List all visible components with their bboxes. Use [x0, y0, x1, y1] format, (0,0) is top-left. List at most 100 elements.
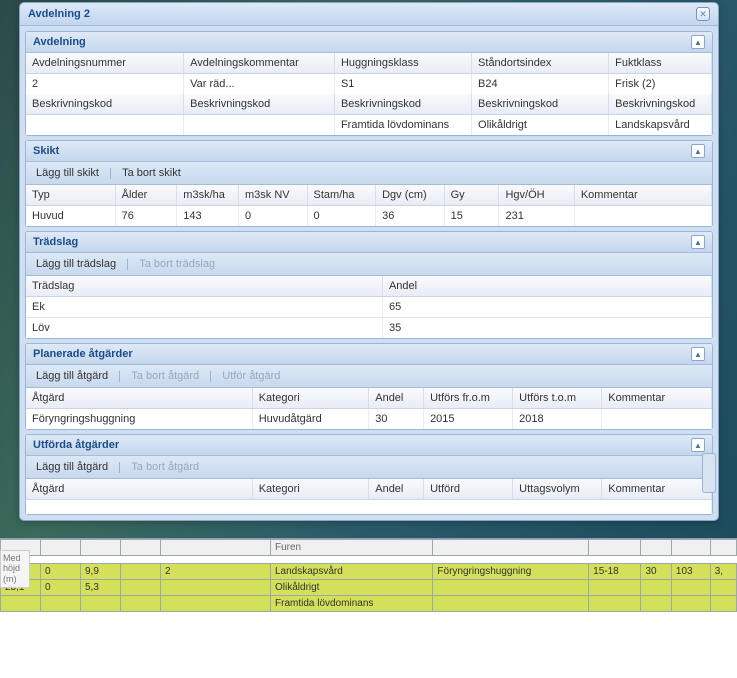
- cell[interactable]: 35: [382, 318, 711, 339]
- chevron-up-icon[interactable]: ▲: [691, 235, 705, 249]
- window-titlebar[interactable]: Avdelning 2 ✕: [20, 3, 718, 26]
- col-header[interactable]: Åtgärd: [26, 388, 252, 409]
- cell[interactable]: 2: [26, 74, 184, 95]
- col-header[interactable]: Beskrivningskod: [184, 94, 335, 115]
- col-header[interactable]: Fuktklass: [609, 53, 712, 74]
- cell[interactable]: 65: [382, 297, 711, 318]
- cell[interactable]: [184, 115, 335, 136]
- chevron-up-icon[interactable]: ▲: [691, 144, 705, 158]
- panel-header-skikt[interactable]: Skikt ▲: [26, 141, 712, 162]
- col-header[interactable]: m3sk/ha: [177, 185, 239, 206]
- col-header[interactable]: Kommentar: [602, 479, 712, 500]
- col-header[interactable]: Dgv (cm): [376, 185, 445, 206]
- remove-atgard-button[interactable]: Ta bort åtgärd: [127, 459, 203, 475]
- background-data-grid: Med höjd (m) Furen 23,1 0 9,9 2 Landskap…: [0, 538, 737, 678]
- col-header[interactable]: Ålder: [115, 185, 177, 206]
- col-header[interactable]: Beskrivningskod: [334, 94, 471, 115]
- window-body: Avdelning ▲ Avdelningsnummer Avdelningsk…: [20, 26, 718, 520]
- cell[interactable]: 2015: [424, 409, 513, 430]
- panel-avdelning: Avdelning ▲ Avdelningsnummer Avdelningsk…: [25, 31, 713, 136]
- cell[interactable]: 15: [444, 206, 499, 227]
- tradslag-grid: Trädslag Andel Ek 65 Löv 35: [26, 276, 712, 338]
- col-header[interactable]: Utförd: [424, 479, 513, 500]
- remove-atgard-button[interactable]: Ta bort åtgärd: [127, 368, 203, 384]
- add-tradslag-button[interactable]: Lägg till trädslag: [32, 256, 120, 272]
- separator: [210, 371, 211, 382]
- cell[interactable]: Löv: [26, 318, 382, 339]
- perform-atgard-button[interactable]: Utför åtgärd: [218, 368, 284, 384]
- col-header[interactable]: Andel: [369, 479, 424, 500]
- add-atgard-button[interactable]: Lägg till åtgärd: [32, 368, 112, 384]
- remove-skikt-button[interactable]: Ta bort skikt: [118, 165, 185, 181]
- cell[interactable]: 76: [115, 206, 177, 227]
- col-header[interactable]: m3sk NV: [238, 185, 307, 206]
- cell[interactable]: 231: [499, 206, 574, 227]
- col-header[interactable]: Typ: [26, 185, 115, 206]
- cell[interactable]: 36: [376, 206, 445, 227]
- cell[interactable]: 30: [369, 409, 424, 430]
- utforda-toolbar: Lägg till åtgärd Ta bort åtgärd: [26, 456, 712, 479]
- panel-header-tradslag[interactable]: Trädslag ▲: [26, 232, 712, 253]
- cell[interactable]: Ek: [26, 297, 382, 318]
- cell[interactable]: Landskapsvård: [609, 115, 712, 136]
- add-skikt-button[interactable]: Lägg till skikt: [32, 165, 103, 181]
- panel-header-utforda[interactable]: Utförda åtgärder ▲: [26, 435, 712, 456]
- cell[interactable]: S1: [334, 74, 471, 95]
- col-header[interactable]: Beskrivningskod: [26, 94, 184, 115]
- planerade-toolbar: Lägg till åtgärd Ta bort åtgärd Utför åt…: [26, 365, 712, 388]
- cell[interactable]: Framtida lövdominans: [334, 115, 471, 136]
- col-header[interactable]: Andel: [382, 276, 711, 297]
- cell[interactable]: 0: [238, 206, 307, 227]
- col-header[interactable]: Avdelningskommentar: [184, 53, 335, 74]
- col-header[interactable]: Avdelningsnummer: [26, 53, 184, 74]
- col-header[interactable]: Utförs fr.o.m: [424, 388, 513, 409]
- col-header[interactable]: Beskrivningskod: [472, 94, 609, 115]
- add-atgard-button[interactable]: Lägg till åtgärd: [32, 459, 112, 475]
- panel-title: Utförda åtgärder: [33, 439, 119, 451]
- col-header[interactable]: Åtgärd: [26, 479, 252, 500]
- cell[interactable]: 2018: [513, 409, 602, 430]
- panel-title: Planerade åtgärder: [33, 348, 133, 360]
- scrollbar-thumb[interactable]: [702, 453, 716, 493]
- utforda-grid: Åtgärd Kategori Andel Utförd Uttagsvolym…: [26, 479, 712, 514]
- chevron-up-icon[interactable]: ▲: [691, 35, 705, 49]
- col-header[interactable]: Kommentar: [602, 388, 712, 409]
- cell[interactable]: Olikåldrigt: [472, 115, 609, 136]
- table-row: Huvud 76 143 0 0 36 15 231: [26, 206, 712, 227]
- scrollbar[interactable]: [702, 423, 718, 563]
- separator: [110, 168, 111, 179]
- col-header[interactable]: Andel: [369, 388, 424, 409]
- cell[interactable]: 143: [177, 206, 239, 227]
- col-header[interactable]: Trädslag: [26, 276, 382, 297]
- cell[interactable]: Huvudåtgärd: [252, 409, 369, 430]
- cell[interactable]: [574, 206, 711, 227]
- remove-tradslag-button[interactable]: Ta bort trädslag: [135, 256, 219, 272]
- panel-header-avdelning[interactable]: Avdelning ▲: [26, 32, 712, 53]
- cell[interactable]: 0: [307, 206, 376, 227]
- col-header[interactable]: Hgv/ÖH: [499, 185, 574, 206]
- cell[interactable]: [26, 115, 184, 136]
- chevron-up-icon[interactable]: ▲: [691, 347, 705, 361]
- col-header[interactable]: Huggningsklass: [334, 53, 471, 74]
- panel-header-planerade[interactable]: Planerade åtgärder ▲: [26, 344, 712, 365]
- col-header[interactable]: Gy: [444, 185, 499, 206]
- avdelning-grid: Avdelningsnummer Avdelningskommentar Hug…: [26, 53, 712, 135]
- cell[interactable]: Var räd...: [184, 74, 335, 95]
- col-header[interactable]: Kommentar: [574, 185, 711, 206]
- col-header[interactable]: Uttagsvolym: [513, 479, 602, 500]
- col-header[interactable]: Ståndortsindex: [472, 53, 609, 74]
- close-icon[interactable]: ✕: [696, 7, 710, 21]
- bg-grid-table: Furen 23,1 0 9,9 2 Landskapsvård Föryngr…: [0, 539, 737, 612]
- col-header[interactable]: Beskrivningskod: [609, 94, 712, 115]
- col-header[interactable]: Utförs t.o.m: [513, 388, 602, 409]
- col-header[interactable]: Kategori: [252, 388, 369, 409]
- cell[interactable]: [602, 409, 712, 430]
- col-header[interactable]: Stam/ha: [307, 185, 376, 206]
- cell[interactable]: B24: [472, 74, 609, 95]
- cell[interactable]: Föryngringshuggning: [26, 409, 252, 430]
- cell[interactable]: Frisk (2): [609, 74, 712, 95]
- col-header[interactable]: Kategori: [252, 479, 369, 500]
- avdelning-window: Avdelning 2 ✕ Avdelning ▲ Avdelningsnumm…: [19, 2, 719, 521]
- cell[interactable]: Huvud: [26, 206, 115, 227]
- panel-title: Trädslag: [33, 236, 78, 248]
